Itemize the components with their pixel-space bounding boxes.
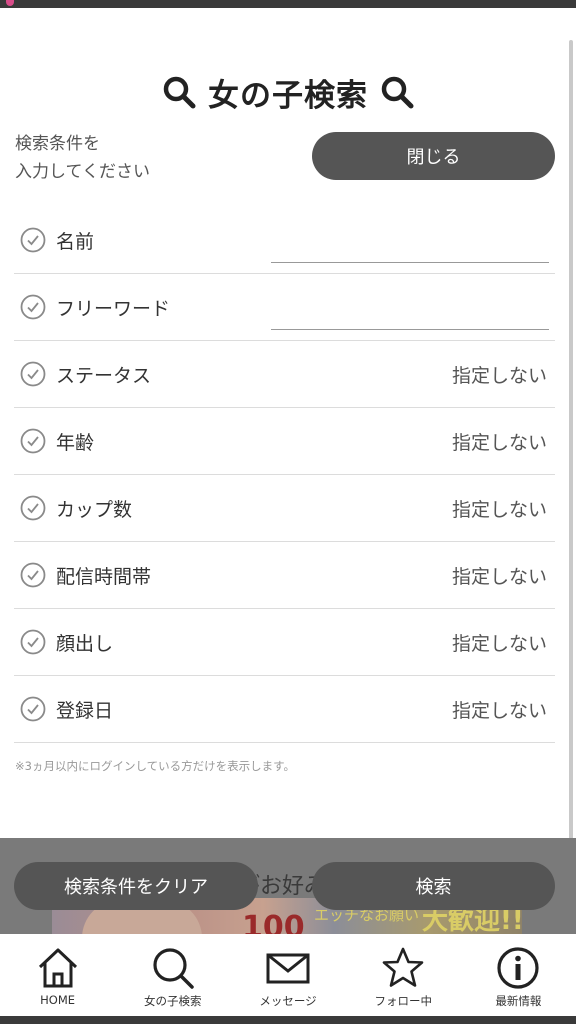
check-circle-icon xyxy=(20,629,46,655)
instruction-text: 検索条件を 入力してください xyxy=(15,130,150,186)
login-note: ※3ヵ月以内にログインしている方だけを表示します。 xyxy=(15,759,295,773)
check-circle-icon xyxy=(20,227,46,253)
field-row-registration-date[interactable]: 登録日 指定しない xyxy=(14,676,555,743)
field-label-age: 年齢 xyxy=(56,431,95,454)
check-circle-icon xyxy=(20,495,46,521)
field-label-name: 名前 xyxy=(56,230,95,253)
field-row-name: 名前 xyxy=(14,207,555,274)
check-circle-icon xyxy=(20,361,46,387)
page-header: 女の子検索 xyxy=(0,70,576,114)
status-bar xyxy=(0,0,576,8)
field-row-freeword: フリーワード xyxy=(14,274,555,341)
name-input[interactable] xyxy=(271,240,549,263)
search-button[interactable]: 検索 xyxy=(312,862,555,910)
stream-time-select[interactable]: 指定しない xyxy=(452,562,547,589)
field-row-cup-size[interactable]: カップ数 指定しない xyxy=(14,475,555,542)
check-circle-icon xyxy=(20,428,46,454)
field-row-stream-time[interactable]: 配信時間帯 指定しない xyxy=(14,542,555,609)
registration-date-select[interactable]: 指定しない xyxy=(452,696,547,723)
freeword-input[interactable] xyxy=(271,307,549,330)
field-label-face-shown: 顔出し xyxy=(56,632,114,655)
close-button[interactable]: 閉じる xyxy=(312,132,555,180)
field-label-stream-time: 配信時間帯 xyxy=(56,565,152,588)
tab-messages[interactable]: メッセージ xyxy=(230,934,345,1016)
tab-search[interactable]: 女の子検索 xyxy=(115,934,230,1016)
tab-following[interactable]: フォロー中 xyxy=(346,934,461,1016)
tab-home[interactable]: HOME xyxy=(0,934,115,1016)
search-icon xyxy=(153,948,194,989)
search-icon xyxy=(381,76,414,109)
cup-size-select[interactable]: 指定しない xyxy=(452,495,547,522)
search-icon xyxy=(163,76,196,109)
face-shown-select[interactable]: 指定しない xyxy=(452,629,547,656)
mail-icon xyxy=(266,953,310,984)
status-select[interactable]: 指定しない xyxy=(452,361,547,388)
field-row-face-shown[interactable]: 顔出し 指定しない xyxy=(14,609,555,676)
field-label-cup-size: カップ数 xyxy=(56,498,133,521)
field-label-freeword: フリーワード xyxy=(56,297,171,320)
field-row-age[interactable]: 年齢 指定しない xyxy=(14,408,555,475)
check-circle-icon xyxy=(20,562,46,588)
bottom-bar xyxy=(0,1016,576,1024)
tab-messages-label: メッセージ xyxy=(259,994,317,1008)
field-label-registration-date: 登録日 xyxy=(56,699,114,722)
home-icon xyxy=(38,948,77,988)
instruction-line-2: 入力してください xyxy=(15,162,150,182)
instruction-line-1: 検索条件を xyxy=(15,134,100,154)
age-select[interactable]: 指定しない xyxy=(452,428,547,455)
tab-news-label: 最新情報 xyxy=(495,994,542,1008)
tab-home-label: HOME xyxy=(40,993,76,1007)
tab-search-label: 女の子検索 xyxy=(144,994,202,1008)
check-circle-icon xyxy=(20,294,46,320)
banner-number: 100 xyxy=(242,910,305,934)
clear-conditions-button[interactable]: 検索条件をクリア xyxy=(14,862,258,910)
field-row-status[interactable]: ステータス 指定しない xyxy=(14,341,555,408)
tab-news[interactable]: 最新情報 xyxy=(461,934,576,1016)
check-circle-icon xyxy=(20,696,46,722)
search-form: 名前 フリーワード ステータス 指定しない 年齢 指定しない カップ数 指定しな… xyxy=(14,207,555,743)
tab-following-label: フォロー中 xyxy=(374,994,432,1008)
page-title: 女の子検索 xyxy=(208,77,368,114)
bottom-tab-bar: HOME 女の子検索 メッセージ フォロー中 最新情報 xyxy=(0,934,576,1016)
field-label-status: ステータス xyxy=(56,364,152,387)
info-icon xyxy=(497,947,540,989)
star-icon xyxy=(382,947,424,987)
